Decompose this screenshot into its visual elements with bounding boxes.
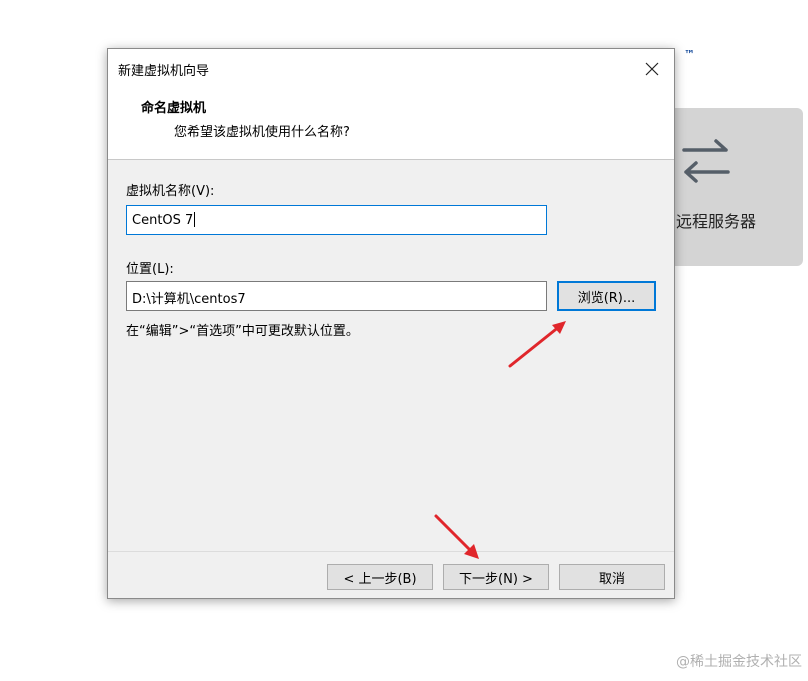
- wizard-header: 命名虚拟机 您希望该虚拟机使用什么名称?: [108, 89, 674, 160]
- page-subtitle: 您希望该虚拟机使用什么名称?: [174, 125, 350, 140]
- card-label: 远程服务器: [676, 212, 757, 231]
- watermark: @稀土掘金技术社区: [676, 654, 802, 670]
- dialog-title: 新建虚拟机向导: [118, 64, 210, 79]
- new-vm-wizard-dialog: 新建虚拟机向导 命名虚拟机 您希望该虚拟机使用什么名称? 虚拟机名称(V): C…: [107, 48, 675, 599]
- vm-name-value: CentOS 7: [132, 213, 194, 228]
- app-logo-fragment: ™: [672, 48, 702, 82]
- footer-divider: [108, 551, 674, 552]
- location-input[interactable]: D:\计算机\centos7: [126, 281, 547, 311]
- location-value: D:\计算机\centos7: [132, 292, 246, 307]
- back-button[interactable]: < 上一步(B): [327, 564, 433, 590]
- browse-button[interactable]: 浏览(R)...: [557, 281, 656, 311]
- location-label: 位置(L):: [126, 262, 174, 277]
- close-icon: [645, 62, 659, 76]
- dialog-titlebar[interactable]: 新建虚拟机向导: [108, 49, 674, 89]
- vm-name-label: 虚拟机名称(V):: [126, 184, 215, 199]
- next-button[interactable]: 下一步(N) >: [443, 564, 549, 590]
- text-caret: [194, 212, 196, 227]
- connect-remote-server-card[interactable]: 远程服务器: [660, 108, 803, 266]
- close-button[interactable]: [630, 49, 674, 89]
- default-location-hint: 在“编辑”>“首选项”中可更改默认位置。: [126, 324, 359, 339]
- transfer-arrows-icon: [682, 139, 730, 183]
- page-title: 命名虚拟机: [141, 101, 207, 116]
- cancel-button[interactable]: 取消: [559, 564, 665, 590]
- trademark-symbol: ™: [684, 48, 695, 61]
- vm-name-input[interactable]: CentOS 7: [126, 205, 547, 235]
